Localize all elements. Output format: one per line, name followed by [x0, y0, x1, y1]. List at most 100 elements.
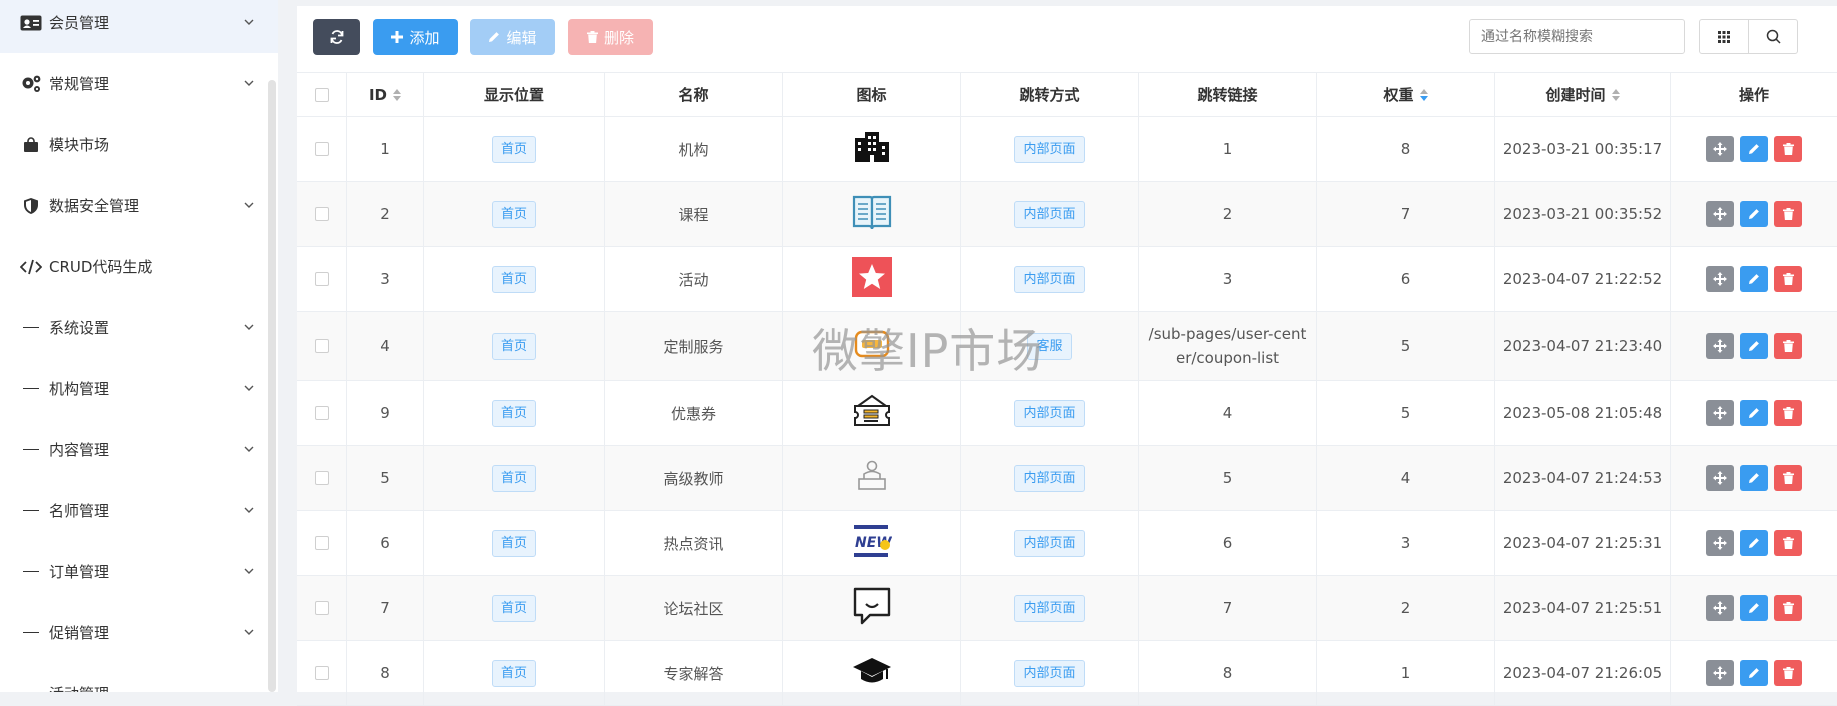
drag-sort-button[interactable] — [1706, 266, 1734, 292]
row-edit-button[interactable] — [1740, 400, 1768, 426]
cell-icon — [783, 117, 961, 181]
sidebar-scrollbar[interactable] — [268, 80, 276, 692]
sidebar-item-content[interactable]: 内容管理 — [0, 419, 278, 480]
sidebar-item-promotions[interactable]: 促销管理 — [0, 602, 278, 663]
position-tag: 首页 — [491, 135, 536, 163]
news-icon: NEW — [852, 523, 892, 563]
sidebar-item-data-security[interactable]: 数据安全管理 — [0, 175, 278, 236]
row-checkbox[interactable] — [314, 666, 329, 680]
columns-toggle-button[interactable] — [1699, 19, 1749, 54]
cell-link: 4 — [1139, 381, 1317, 445]
column-created[interactable]: 创建时间 — [1495, 73, 1671, 116]
position-tag: 首页 — [491, 332, 536, 360]
row-checkbox[interactable] — [314, 207, 329, 221]
column-weight[interactable]: 权重 — [1317, 73, 1495, 116]
sidebar-item-activities[interactable]: 活动管理 — [0, 663, 278, 692]
drag-sort-button[interactable] — [1706, 660, 1734, 686]
search-icon — [1766, 29, 1781, 44]
row-edit-button[interactable] — [1740, 266, 1768, 292]
row-delete-button[interactable] — [1774, 530, 1802, 556]
row-edit-button[interactable] — [1740, 465, 1768, 491]
refresh-button[interactable] — [313, 19, 360, 55]
table-row: 5 首页 高级教师 内部页面 5 4 2023-04-07 21:24:53 — [297, 446, 1837, 511]
select-all-checkbox[interactable] — [314, 87, 329, 102]
row-select-cell — [297, 312, 347, 380]
row-checkbox[interactable] — [314, 471, 329, 485]
cell-weight: 6 — [1317, 247, 1495, 311]
row-delete-button[interactable] — [1774, 333, 1802, 359]
sort-icon[interactable] — [393, 88, 402, 101]
add-button[interactable]: 添加 — [373, 19, 458, 55]
sidebar-item-teachers[interactable]: 名师管理 — [0, 480, 278, 541]
search-toggle-button[interactable] — [1748, 19, 1798, 54]
cell-position: 首页 — [424, 312, 605, 380]
sidebar-item-general[interactable]: 常规管理 — [0, 53, 278, 114]
sidebar-item-label: 机构管理 — [49, 380, 110, 398]
sort-icon[interactable] — [1419, 88, 1428, 101]
link-text: 4 — [1222, 404, 1233, 422]
drag-sort-button[interactable] — [1706, 201, 1734, 227]
row-checkbox[interactable] — [314, 142, 329, 156]
plus-icon — [391, 31, 404, 43]
sort-icon[interactable] — [1611, 88, 1620, 101]
row-delete-button[interactable] — [1774, 595, 1802, 621]
row-delete-button[interactable] — [1774, 465, 1802, 491]
sidebar-item-system-settings[interactable]: 系统设置 — [0, 297, 278, 358]
row-delete-button[interactable] — [1774, 400, 1802, 426]
cell-position: 首页 — [424, 381, 605, 445]
drag-sort-button[interactable] — [1706, 136, 1734, 162]
pencil-icon — [1749, 144, 1759, 154]
row-edit-button[interactable] — [1740, 333, 1768, 359]
row-select-cell — [297, 641, 347, 705]
drag-sort-button[interactable] — [1706, 595, 1734, 621]
drag-sort-button[interactable] — [1706, 465, 1734, 491]
table-row: 9 首页 优惠券 内部页面 4 5 2023-05-08 21:05:48 — [297, 381, 1837, 446]
row-checkbox[interactable] — [314, 536, 329, 550]
row-delete-button[interactable] — [1774, 266, 1802, 292]
position-tag: 首页 — [491, 265, 536, 293]
cell-weight: 5 — [1317, 312, 1495, 380]
coupon-icon — [852, 394, 892, 432]
sidebar-item-orders[interactable]: 订单管理 — [0, 541, 278, 602]
row-edit-button[interactable] — [1740, 136, 1768, 162]
sidebar-item-institution[interactable]: 机构管理 — [0, 358, 278, 419]
cell-name: 课程 — [605, 182, 783, 246]
link-text: 2 — [1222, 205, 1233, 223]
cell-name: 论坛社区 — [605, 576, 783, 640]
jump-type-tag: 内部页面 — [1014, 464, 1085, 492]
trash-icon — [1782, 208, 1794, 220]
row-delete-button[interactable] — [1774, 136, 1802, 162]
cell-name: 高级教师 — [605, 446, 783, 510]
sidebar-item-crud[interactable]: CRUD代码生成 — [0, 236, 278, 297]
drag-sort-button[interactable] — [1706, 530, 1734, 556]
row-select-cell — [297, 117, 347, 181]
edit-button[interactable]: 编辑 — [470, 19, 555, 55]
row-edit-button[interactable] — [1740, 201, 1768, 227]
sidebar-item-member[interactable]: 会员管理 — [0, 0, 278, 53]
row-checkbox[interactable] — [314, 339, 329, 353]
pencil-icon — [1749, 668, 1759, 678]
row-edit-button[interactable] — [1740, 595, 1768, 621]
sidebar-item-label: 模块市场 — [49, 136, 110, 154]
row-delete-button[interactable] — [1774, 201, 1802, 227]
trash-icon — [1782, 472, 1794, 484]
search-input[interactable] — [1469, 19, 1685, 54]
column-id[interactable]: ID — [347, 73, 424, 116]
position-tag: 首页 — [491, 594, 536, 622]
row-edit-button[interactable] — [1740, 530, 1768, 556]
cell-created: 2023-04-07 21:22:52 — [1495, 247, 1671, 311]
cell-id: 8 — [347, 641, 424, 705]
drag-sort-button[interactable] — [1706, 333, 1734, 359]
cell-icon — [783, 446, 961, 510]
sidebar-item-module-market[interactable]: 模块市场 — [0, 114, 278, 175]
delete-label: 删除 — [603, 28, 634, 47]
row-edit-button[interactable] — [1740, 660, 1768, 686]
drag-sort-button[interactable] — [1706, 400, 1734, 426]
row-checkbox[interactable] — [314, 272, 329, 286]
trash-icon — [1782, 537, 1794, 549]
cell-jump-type: 内部页面 — [961, 117, 1139, 181]
row-delete-button[interactable] — [1774, 660, 1802, 686]
row-checkbox[interactable] — [314, 406, 329, 420]
delete-button[interactable]: 删除 — [568, 19, 653, 55]
row-checkbox[interactable] — [314, 601, 329, 615]
